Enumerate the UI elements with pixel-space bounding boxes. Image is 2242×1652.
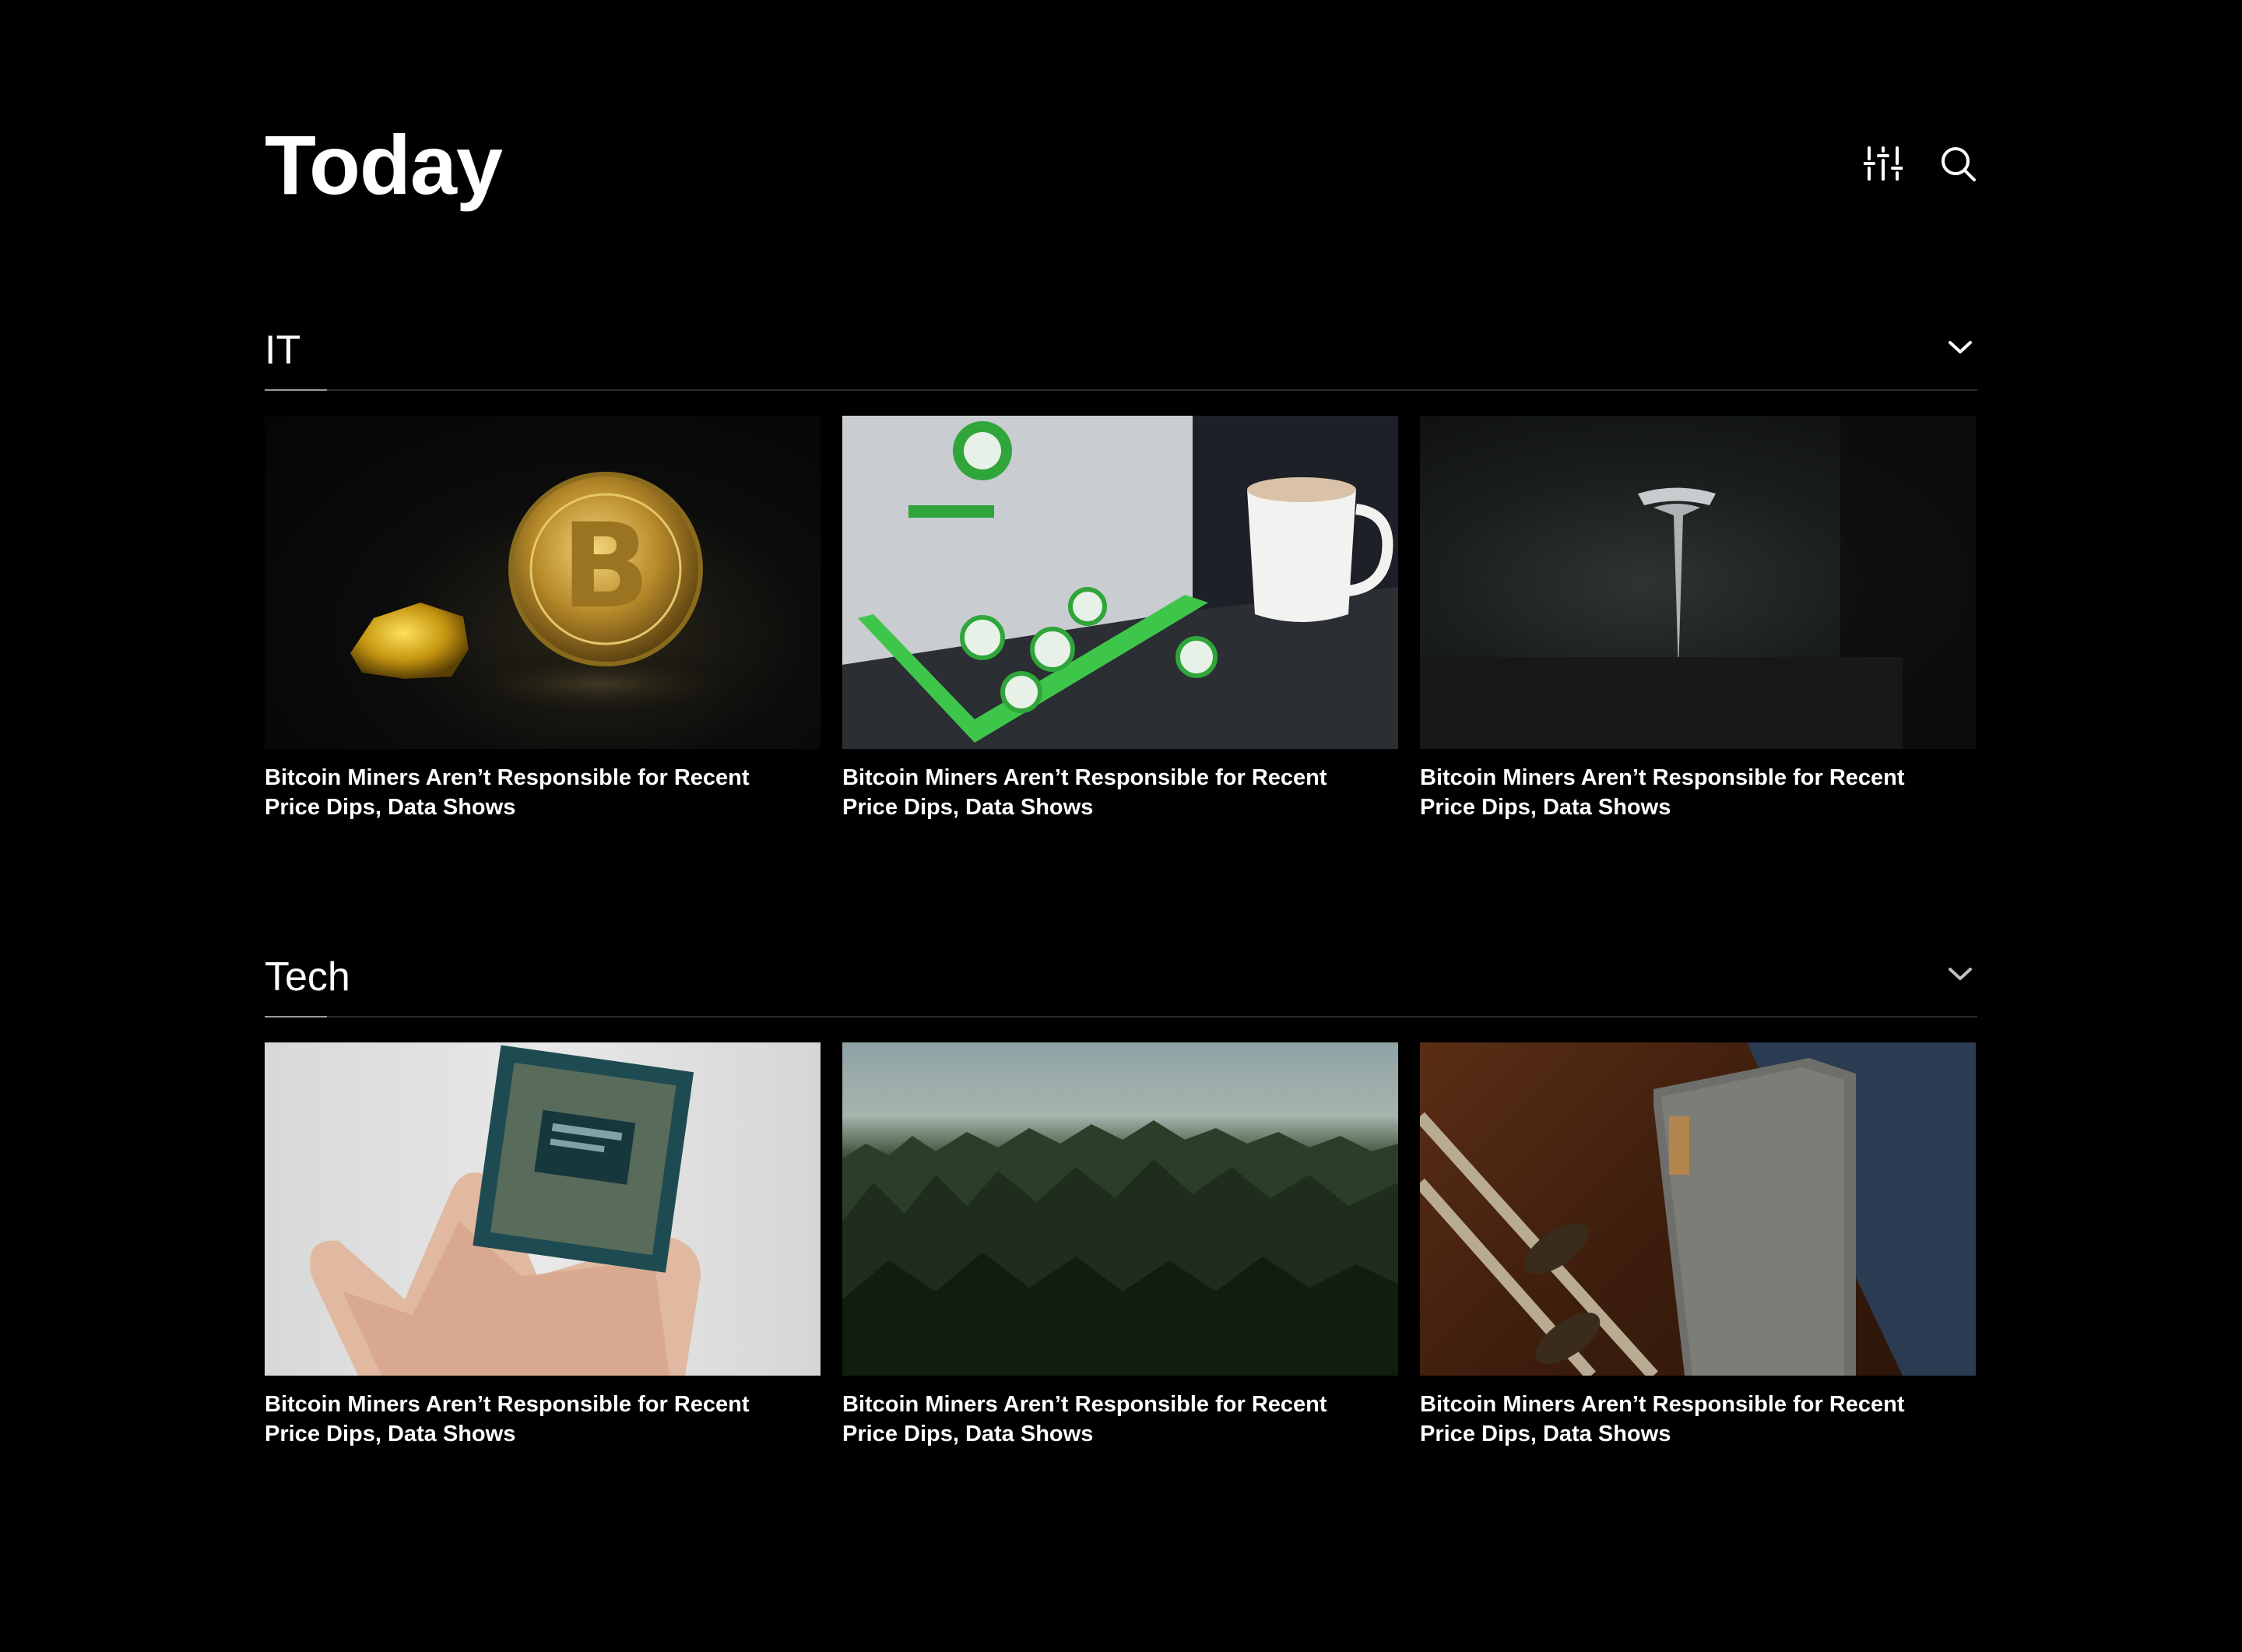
card-row: Bitcoin Miners Aren’t Responsible for Re…: [265, 1042, 1977, 1449]
article-title[interactable]: Bitcoin Miners Aren’t Responsible for Re…: [265, 763, 810, 822]
section-header: Tech: [265, 938, 1977, 1018]
article-title[interactable]: Bitcoin Miners Aren’t Responsible for Re…: [265, 1390, 810, 1449]
section-header: IT: [265, 311, 1977, 391]
section-title: Tech: [265, 954, 350, 1000]
article-thumbnail[interactable]: [842, 416, 1398, 749]
chevron-down-icon: [1948, 966, 1973, 986]
sliders-icon: [1864, 145, 1903, 182]
page-title: Today: [265, 118, 503, 212]
search-icon: [1939, 145, 1977, 182]
active-underline: [265, 389, 327, 391]
page-header: Today: [265, 117, 1977, 218]
article-thumbnail[interactable]: [1420, 416, 1976, 749]
article-card[interactable]: Bitcoin Miners Aren’t Responsible for Re…: [265, 1042, 821, 1449]
article-card[interactable]: Bitcoin Miners Aren’t Responsible for Re…: [842, 416, 1398, 822]
header-actions: [1864, 140, 1977, 187]
section-toggle-button[interactable]: [1943, 958, 1977, 993]
active-underline: [265, 1016, 327, 1018]
section-toggle-button[interactable]: [1943, 332, 1977, 366]
page: Today IT B Bitcoin Miners Aren’t Respons…: [0, 0, 2242, 1652]
search-button[interactable]: [1938, 144, 1977, 183]
article-title[interactable]: Bitcoin Miners Aren’t Responsible for Re…: [842, 1390, 1387, 1449]
article-thumbnail[interactable]: B: [265, 416, 821, 749]
article-thumbnail[interactable]: [265, 1042, 821, 1376]
article-title[interactable]: Bitcoin Miners Aren’t Responsible for Re…: [1420, 763, 1965, 822]
article-card[interactable]: Bitcoin Miners Aren’t Responsible for Re…: [1420, 416, 1976, 822]
card-row: B Bitcoin Miners Aren’t Responsible for …: [265, 416, 1977, 822]
filter-button[interactable]: [1864, 144, 1903, 183]
chevron-down-icon: [1948, 339, 1973, 359]
svg-text:B: B: [561, 499, 650, 634]
article-thumbnail[interactable]: [842, 1042, 1398, 1376]
section-tech: Tech Bitcoin Miners Aren’t Responsible f…: [265, 938, 1977, 1449]
article-card[interactable]: B Bitcoin Miners Aren’t Responsible for …: [265, 416, 821, 822]
section-title: IT: [265, 328, 301, 373]
article-thumbnail[interactable]: [1420, 1042, 1976, 1376]
article-title[interactable]: Bitcoin Miners Aren’t Responsible for Re…: [842, 763, 1387, 822]
article-card[interactable]: Bitcoin Miners Aren’t Responsible for Re…: [842, 1042, 1398, 1449]
article-card[interactable]: Bitcoin Miners Aren’t Responsible for Re…: [1420, 1042, 1976, 1449]
article-title[interactable]: Bitcoin Miners Aren’t Responsible for Re…: [1420, 1390, 1965, 1449]
section-it: IT B Bitcoin Miners Aren’t Responsible f…: [265, 311, 1977, 822]
